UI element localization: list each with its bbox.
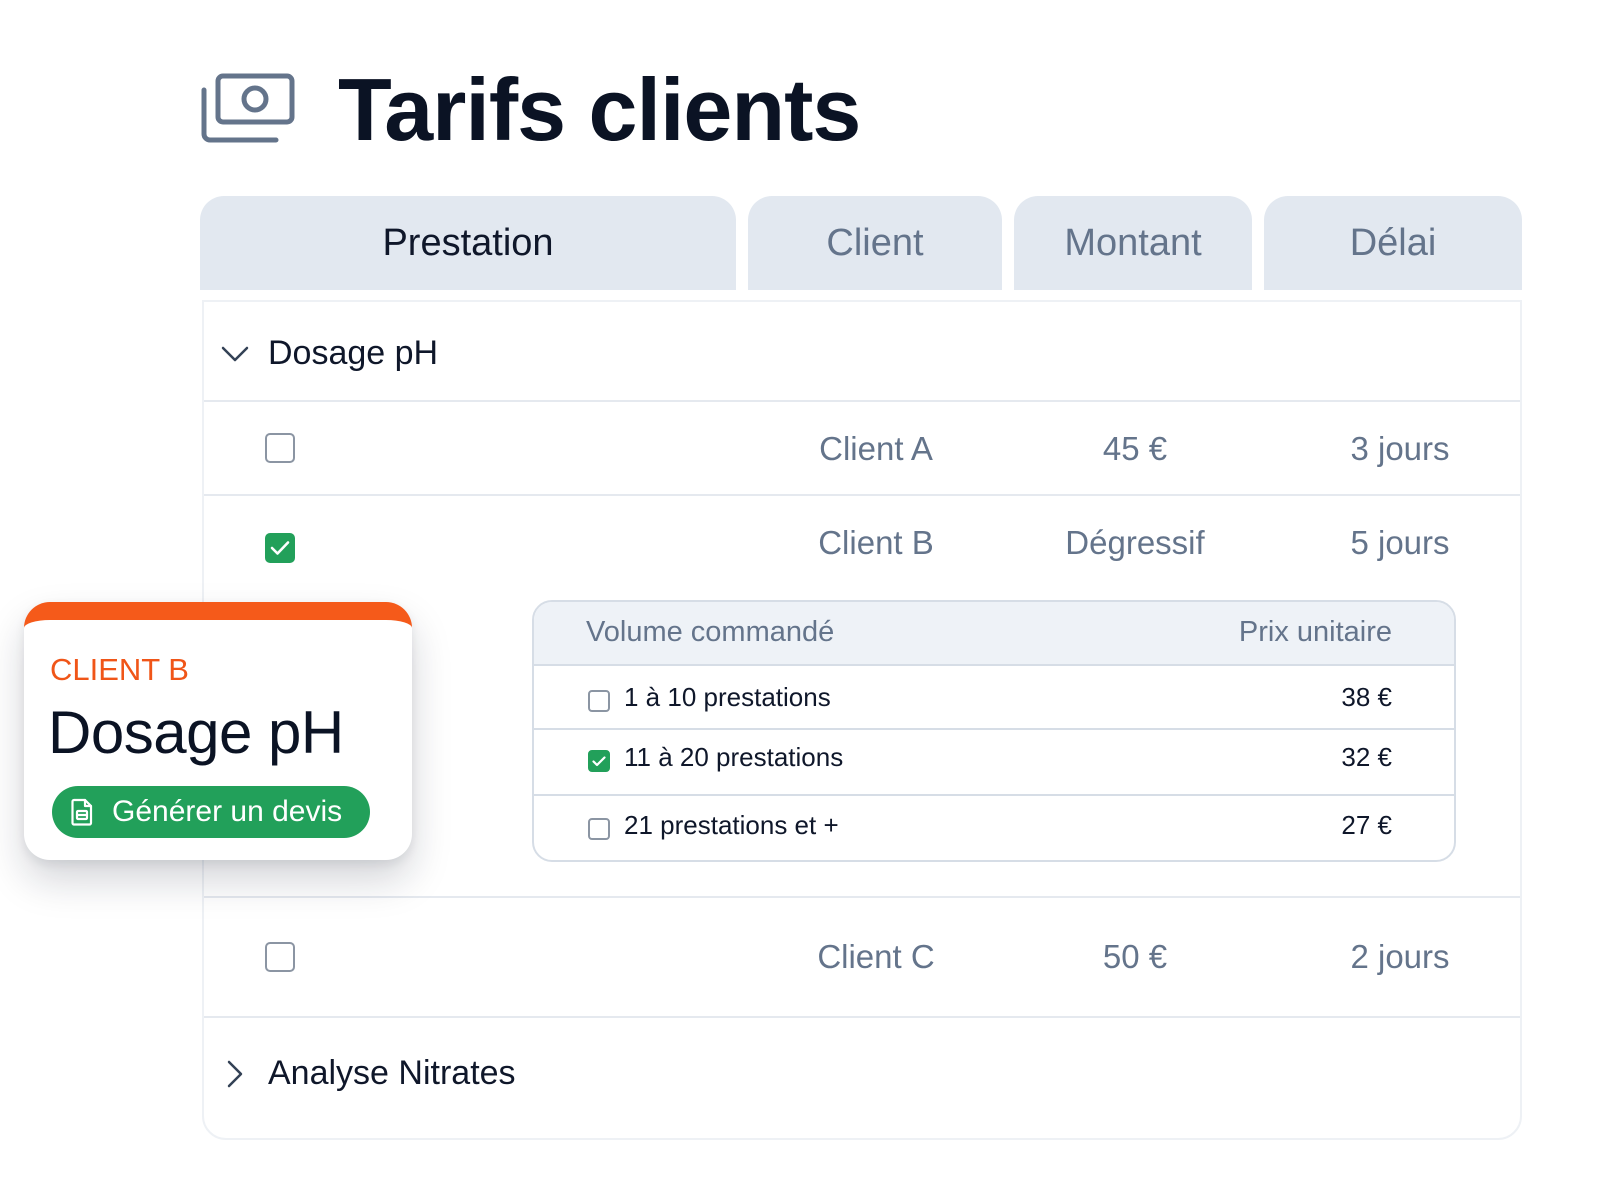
cell-montant: 50 €	[1102, 938, 1168, 975]
cell-montant: Dégressif	[1065, 524, 1205, 561]
row-divider	[204, 400, 1520, 402]
checkmark-icon	[270, 541, 290, 555]
row-divider	[204, 896, 1520, 898]
cell-client: Client A	[819, 430, 933, 467]
card-title: Dosage pH	[48, 699, 344, 766]
document-icon	[70, 797, 98, 827]
header-volume: Volume commandé	[586, 616, 835, 648]
group-label: Analyse Nitrates	[268, 1054, 516, 1092]
column-header-montant[interactable]: Montant	[1014, 196, 1252, 290]
group-row-dosage-ph[interactable]: Dosage pH	[220, 334, 438, 373]
card-client-label: CLIENT B	[50, 652, 189, 687]
cell-client: Client B	[818, 524, 934, 561]
generate-quote-button[interactable]: Générer un devis	[52, 786, 370, 838]
checkmark-icon	[592, 755, 606, 766]
column-header-delai[interactable]: Délai	[1264, 196, 1522, 290]
tier-price: 38 €	[1341, 682, 1392, 712]
volume-pricing-header: Volume commandé Prix unitaire	[534, 602, 1454, 666]
row-divider	[204, 494, 1520, 496]
money-bills-icon	[200, 70, 300, 150]
tier-checkbox[interactable]	[588, 690, 610, 712]
group-row-analyse-nitrates[interactable]: Analyse Nitrates	[220, 1054, 516, 1093]
tier-row[interactable]: 1 à 10 prestations 38 €	[534, 666, 1454, 732]
page-title: Tarifs clients	[338, 60, 861, 159]
generate-quote-label: Générer un devis	[112, 795, 343, 828]
tier-label: 11 à 20 prestations	[624, 742, 844, 772]
header-price: Prix unitaire	[1238, 616, 1392, 648]
tier-row[interactable]: 11 à 20 prestations 32 €	[534, 728, 1454, 794]
cell-delai: 3 jours	[1350, 430, 1450, 467]
chevron-down-icon[interactable]	[220, 339, 250, 369]
tier-price: 27 €	[1341, 810, 1392, 840]
group-label: Dosage pH	[268, 334, 439, 372]
row-divider	[204, 1016, 1520, 1018]
cell-delai: 5 jours	[1350, 524, 1450, 561]
selection-summary-card: CLIENT B Dosage pH Générer un devis	[24, 602, 412, 860]
column-header-client[interactable]: Client	[748, 196, 1002, 290]
tier-price: 32 €	[1341, 742, 1392, 772]
volume-pricing-table: Volume commandé Prix unitaire 1 à 10 pre…	[532, 600, 1456, 862]
tier-checkbox[interactable]	[588, 750, 610, 772]
cell-delai: 2 jours	[1350, 938, 1450, 975]
chevron-right-icon[interactable]	[220, 1059, 250, 1089]
cell-client: Client C	[817, 938, 935, 975]
tier-row[interactable]: 21 prestations et + 27 €	[534, 794, 1454, 860]
cell-montant: 45 €	[1102, 430, 1168, 467]
column-header-prestation[interactable]: Prestation	[200, 196, 736, 290]
tier-label: 21 prestations et +	[624, 810, 839, 840]
tier-label: 1 à 10 prestations	[624, 682, 831, 712]
tier-checkbox[interactable]	[588, 818, 610, 840]
row-checkbox-client-b[interactable]	[265, 533, 295, 563]
row-checkbox-client-c[interactable]	[265, 942, 295, 972]
row-checkbox-client-a[interactable]	[265, 433, 295, 463]
page-header: Tarifs clients	[200, 60, 861, 160]
